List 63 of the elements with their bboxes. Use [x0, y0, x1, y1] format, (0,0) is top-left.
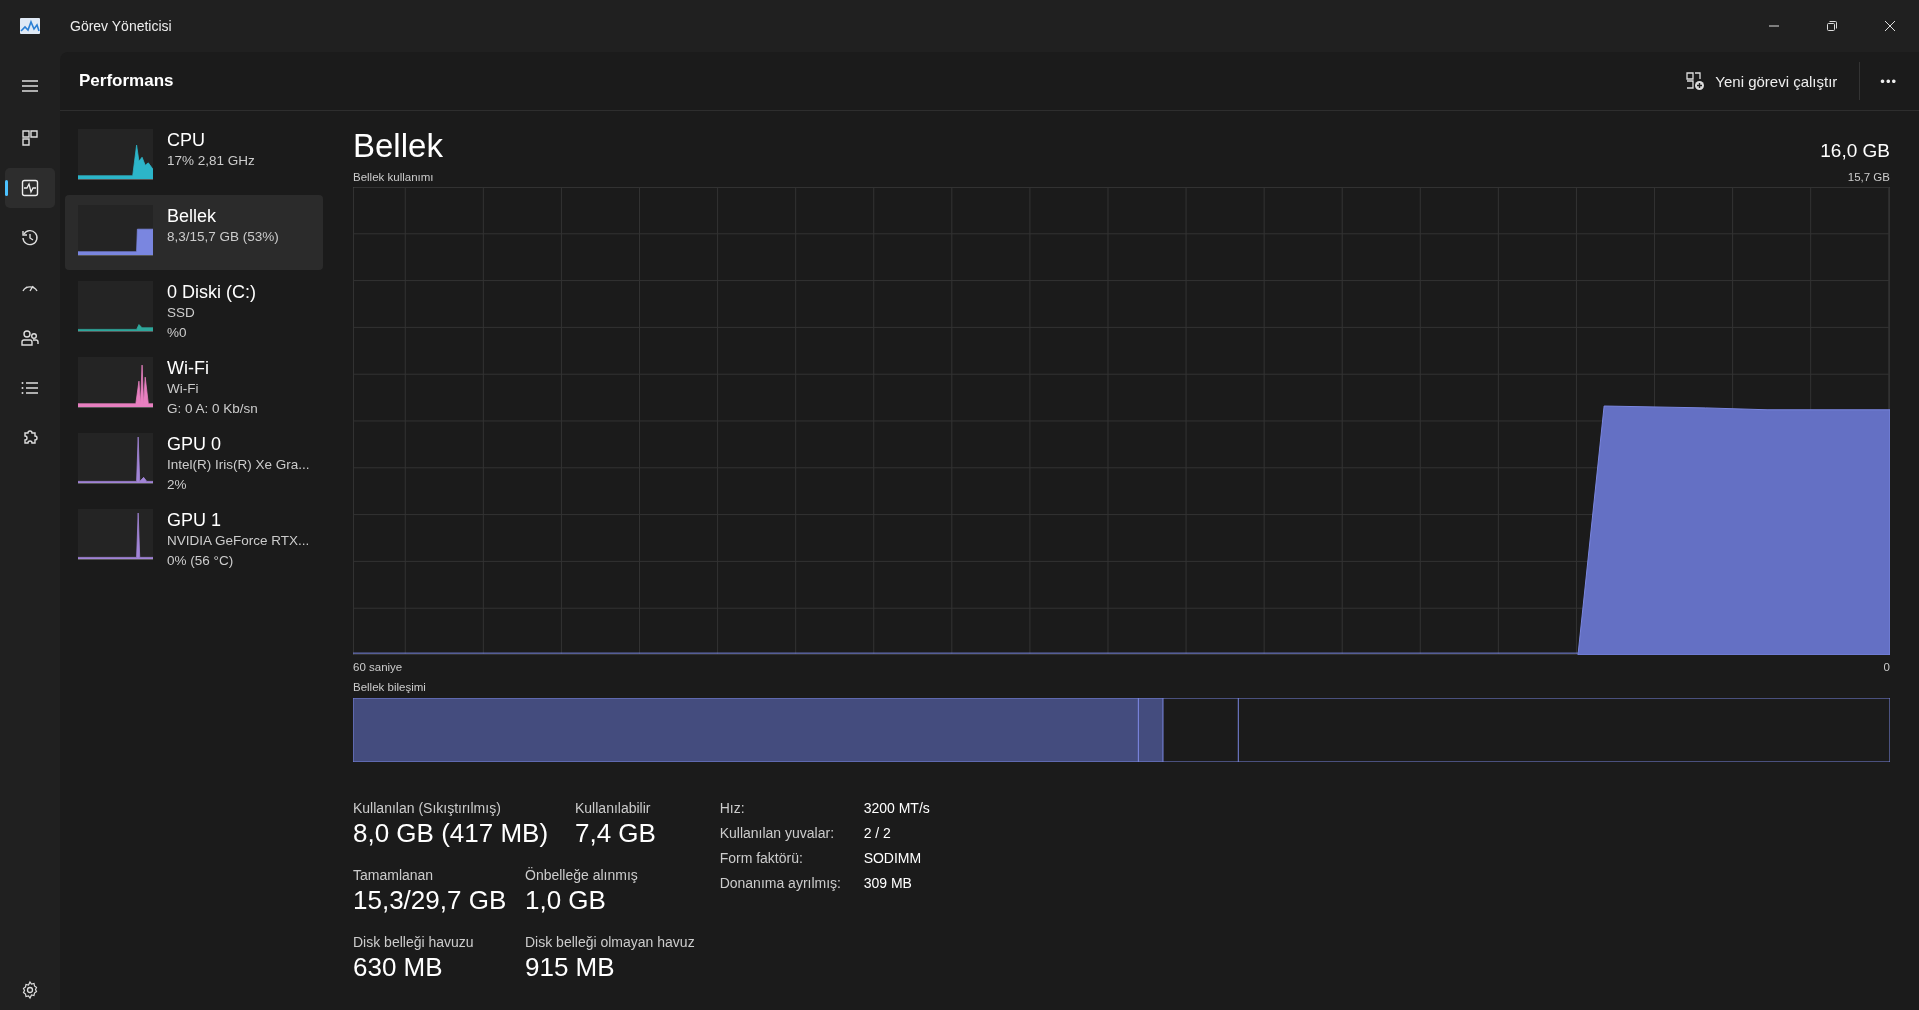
chart-label: Bellek kullanımı: [353, 171, 434, 183]
stat-value: 630 MB: [353, 952, 444, 983]
device-item[interactable]: 0 Diski (C:) SSD %0: [65, 271, 323, 346]
device-detail: Wi-Fi: [167, 380, 200, 398]
detail-value: SODIMM: [863, 850, 923, 866]
device-name: Bellek: [167, 205, 218, 227]
device-name: Wi-Fi: [167, 357, 210, 379]
stat-label: Tamamlanan: [353, 867, 435, 883]
stat-value: 915 MB: [525, 952, 616, 983]
device-detail: %0: [167, 324, 188, 342]
detail-label: Form faktörü:: [719, 850, 804, 866]
composition-label: Bellek bileşimi: [353, 681, 426, 693]
device-detail: 0% (56 °C): [167, 552, 235, 570]
processes-icon: [20, 128, 40, 148]
device-detail: SSD: [167, 304, 196, 322]
stat-label: Kullanılabilir: [575, 800, 652, 816]
users-icon: [20, 328, 40, 348]
stat-label: Disk belleği olmayan havuz: [525, 934, 695, 950]
app-icon: [20, 18, 40, 34]
history-icon: [20, 228, 40, 248]
detail-label: Donanıma ayrılmış:: [719, 875, 842, 891]
device-item[interactable]: GPU 0 Intel(R) Iris(R) Xe Gra... 2%: [65, 423, 323, 498]
device-item[interactable]: Bellek 8,3/15,7 GB (53%): [65, 195, 323, 270]
performance-icon: [20, 178, 40, 198]
chart-max-label: 15,7 GB: [1847, 171, 1890, 183]
nav-item[interactable]: [5, 168, 55, 208]
new-task-icon: [1685, 71, 1706, 91]
time-end-label: 0: [1883, 661, 1890, 673]
close-icon[interactable]: [1884, 20, 1896, 32]
device-item[interactable]: GPU 1 NVIDIA GeForce RTX... 0% (56 °C): [65, 499, 323, 574]
run-new-task-button[interactable]: Yeni görevi çalıştır: [1677, 65, 1846, 97]
stat-label: Önbelleğe alınmış: [525, 867, 638, 883]
device-detail: 2%: [167, 476, 188, 494]
device-name: GPU 0: [167, 433, 223, 455]
device-detail: NVIDIA GeForce RTX...: [167, 532, 310, 550]
time-start-label: 60 saniye: [353, 661, 403, 673]
page-title: Performans: [79, 71, 174, 91]
device-detail: 8,3/15,7 GB (53%): [167, 228, 279, 246]
stat-value: 8,0 GB (417 MB): [353, 818, 550, 849]
detail-value: 309 MB: [863, 875, 913, 891]
memory-title: Bellek: [353, 127, 443, 165]
device-name: GPU 1: [167, 509, 223, 531]
device-item[interactable]: CPU 17% 2,81 GHz: [65, 119, 323, 194]
stat-value: 15,3/29,7 GB: [353, 885, 508, 916]
window-title: Görev Yöneticisi: [70, 18, 172, 34]
memory-total: 16,0 GB: [1820, 140, 1890, 162]
stat-value: 7,4 GB: [575, 818, 656, 849]
device-detail: Intel(R) Iris(R) Xe Gra...: [167, 456, 310, 474]
settings-icon[interactable]: [20, 980, 40, 1000]
stat-value: 1,0 GB: [525, 885, 607, 916]
detail-label: Hız:: [719, 800, 746, 816]
device-name: CPU: [167, 129, 206, 151]
restore-icon[interactable]: [1826, 20, 1838, 32]
device-detail: G: 0 A: 0 Kb/sn: [167, 400, 258, 418]
device-name: 0 Diski (C:): [167, 281, 256, 303]
stat-label: Disk belleği havuzu: [353, 934, 475, 950]
device-detail: 17% 2,81 GHz: [167, 152, 255, 170]
more-button[interactable]: •••: [1870, 67, 1907, 95]
stat-label: Kullanılan (Sıkıştırılmış): [353, 800, 502, 816]
detail-value: 3200 MT/s: [863, 800, 930, 816]
detail-value: 2 / 2: [863, 825, 892, 841]
device-item[interactable]: Wi-Fi Wi-Fi G: 0 A: 0 Kb/sn: [65, 347, 323, 422]
detail-label: Kullanılan yuvalar:: [719, 825, 836, 841]
